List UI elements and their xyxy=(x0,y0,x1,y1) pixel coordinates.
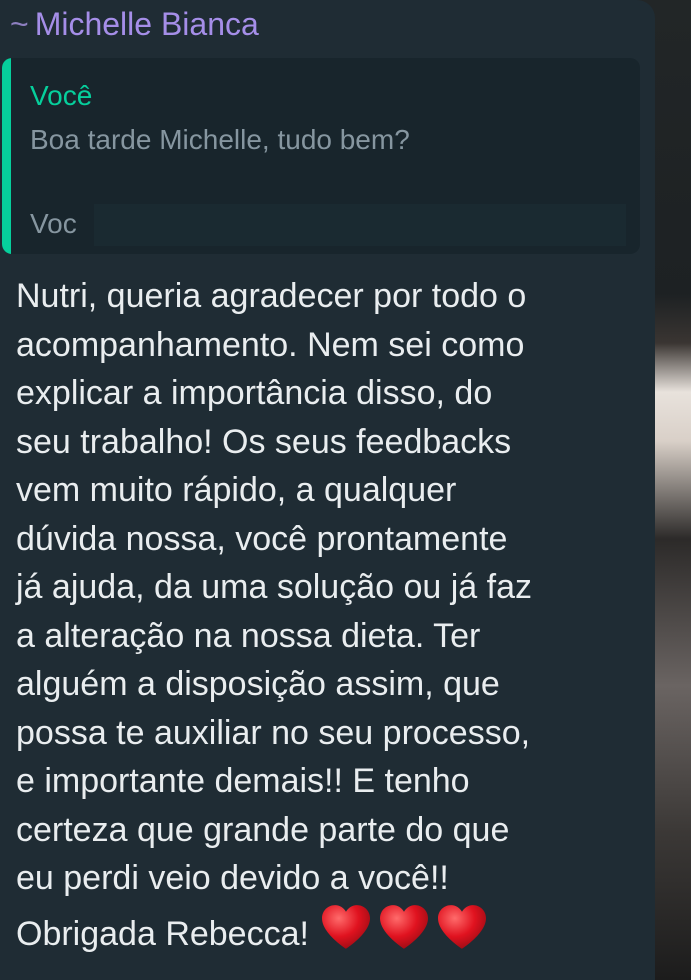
heart-emojis xyxy=(319,903,493,965)
message-line: certeza que grande parte do que xyxy=(16,810,510,849)
message-bubble[interactable]: ~ Michelle Bianca Você Boa tarde Michelle… xyxy=(0,0,655,980)
sender-prefix: ~ xyxy=(10,6,29,42)
quoted-text: Boa tarde Michelle, tudo bem? xyxy=(30,124,410,155)
message-line: Nutri, queria agradecer por todo o xyxy=(16,277,527,315)
quoted-author: Você xyxy=(30,80,93,111)
message-line: dúvida nossa, você prontamente xyxy=(16,519,508,558)
quote-accent-bar xyxy=(2,58,11,254)
message-line: acompanhamento. Nem sei como xyxy=(16,325,525,364)
quoted-reply[interactable]: Você Boa tarde Michelle, tudo bem? Voc xyxy=(2,58,640,254)
message-line: explicar a importância disso, do xyxy=(16,374,493,412)
red-heart-icon xyxy=(379,904,428,949)
message-line: eu perdi veio devido a você!! xyxy=(16,859,449,897)
sender-name[interactable]: ~ Michelle Bianca xyxy=(10,6,259,43)
redaction-block xyxy=(94,204,626,246)
red-heart-icon xyxy=(321,904,370,949)
message-line: alguém a disposição assim, que xyxy=(16,665,500,703)
message-line: seu trabalho! Os seus feedbacks xyxy=(16,422,512,461)
message-line: possa te auxiliar no seu processo, xyxy=(16,713,531,752)
message-line-last: Obrigada Rebecca! xyxy=(16,903,641,965)
message-line: já ajuda, da uma solução ou já faz xyxy=(16,568,533,606)
sender-name-text: Michelle Bianca xyxy=(34,6,259,42)
message-line: a alteração na nossa dieta. Ter xyxy=(16,616,481,655)
quoted-second-author: Voc xyxy=(30,208,77,239)
message-line-text: Obrigada Rebecca! xyxy=(16,914,309,953)
message-line: vem muito rápido, a qualquer xyxy=(16,471,457,509)
message-line: e importante demais!! E tenho xyxy=(16,762,470,800)
red-heart-icon xyxy=(437,904,486,949)
message-text: Nutri, queria agradecer por todo o acomp… xyxy=(16,272,641,964)
